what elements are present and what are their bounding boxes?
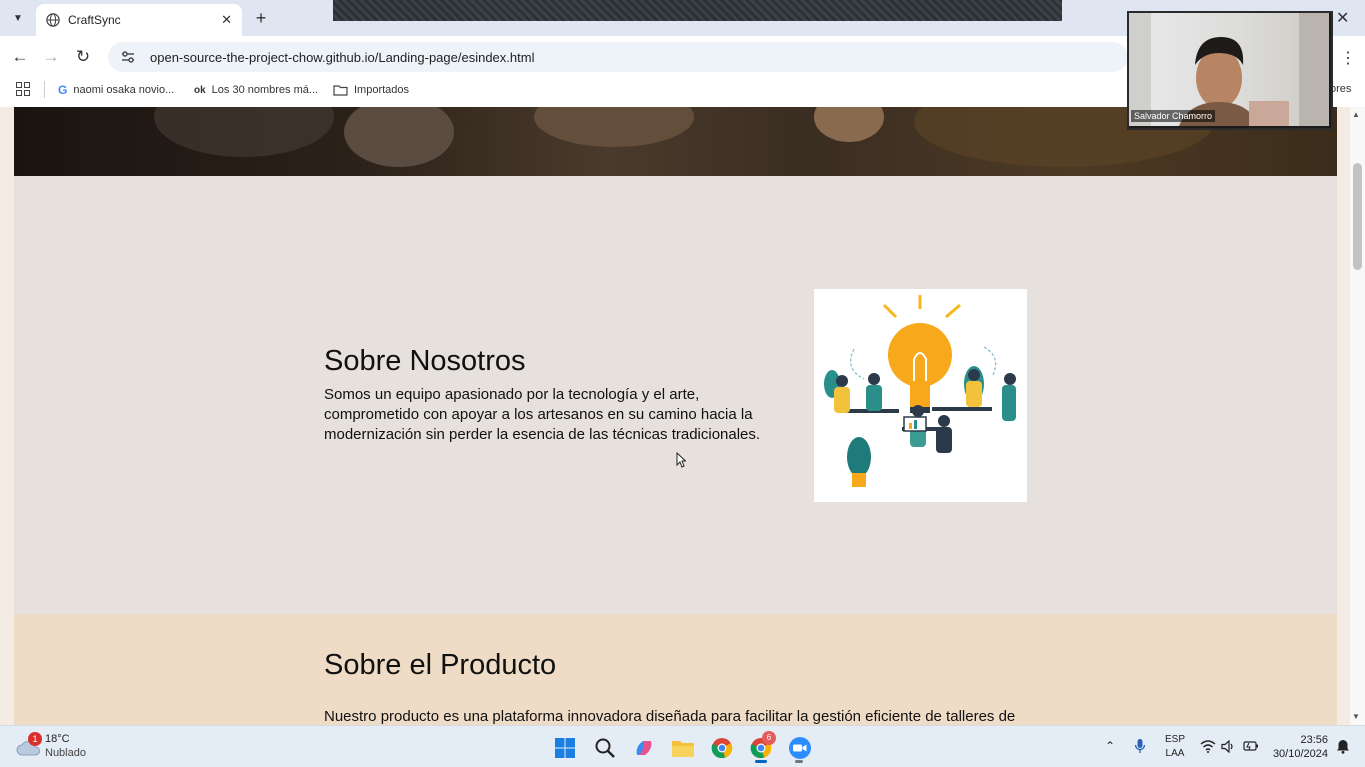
- browser-menu-icon[interactable]: ⋮: [1340, 48, 1356, 68]
- window-close-icon[interactable]: ✕: [1336, 8, 1349, 28]
- url-text: open-source-the-project-chow.github.io/L…: [150, 49, 535, 65]
- team-lightbulb-illustration: [814, 289, 1027, 502]
- scroll-up-icon[interactable]: ▲: [1352, 110, 1360, 119]
- apps-grid-icon[interactable]: [16, 82, 30, 96]
- ok-icon: ok: [194, 84, 206, 96]
- page-viewport: Sobre Nosotros Somos un equipo apasionad…: [0, 107, 1350, 725]
- chrome-icon: [711, 738, 733, 759]
- zoom-button[interactable]: [787, 735, 813, 761]
- scroll-down-icon[interactable]: ▼: [1352, 712, 1360, 721]
- keyboard-layout: LAA: [1165, 748, 1185, 759]
- microphone-icon[interactable]: [1134, 738, 1146, 754]
- bookmark-item-naomi[interactable]: G naomi osaka novio...: [58, 83, 174, 97]
- globe-icon: [46, 13, 60, 27]
- bookmarks-divider: [44, 81, 45, 98]
- about-text: Somos un equipo apasionado por la tecnol…: [324, 386, 761, 443]
- product-text: Nuestro producto es una plataforma innov…: [324, 708, 1016, 725]
- mouse-cursor-icon: [676, 452, 686, 468]
- tab-title: CraftSync: [68, 13, 121, 27]
- file-explorer-button[interactable]: [670, 735, 696, 761]
- bookmark-label: Importados: [354, 84, 410, 96]
- reload-button[interactable]: ↻: [72, 46, 94, 68]
- zoom-icon: [789, 737, 811, 759]
- chrome-badge: 6: [762, 731, 776, 745]
- scrollbar-thumb[interactable]: [1353, 163, 1362, 270]
- tab-close-icon[interactable]: ✕: [221, 12, 232, 28]
- site-settings-icon[interactable]: [120, 49, 136, 65]
- active-app-indicator: [755, 760, 767, 763]
- tab-craftsync[interactable]: CraftSync ✕: [36, 4, 242, 36]
- bookmark-label: naomi osaka novio...: [73, 84, 175, 96]
- taskbar-search-button[interactable]: [592, 735, 618, 761]
- bookmark-label: Los 30 nombres má...: [211, 84, 319, 96]
- clock-date: 30/10/2024: [1272, 748, 1328, 760]
- folder-icon: [333, 85, 348, 96]
- address-bar[interactable]: open-source-the-project-chow.github.io/L…: [108, 42, 1128, 72]
- copilot-icon: [636, 741, 652, 755]
- clock-time: 23:56: [1300, 734, 1328, 746]
- language-code: ESP: [1165, 734, 1186, 745]
- battery-icon[interactable]: [1243, 740, 1259, 752]
- all-bookmarks-label[interactable]: ores: [1330, 83, 1351, 95]
- chrome-button[interactable]: [709, 735, 735, 761]
- weather-condition: Nublado: [45, 747, 86, 759]
- back-button[interactable]: ←: [9, 46, 31, 68]
- input-language-indicator[interactable]: ESP LAA: [1165, 733, 1185, 761]
- tab-search-dropdown-icon[interactable]: ▼: [8, 8, 28, 28]
- search-icon: [595, 738, 615, 758]
- google-icon: G: [58, 83, 68, 97]
- windows-icon: [555, 738, 575, 758]
- bookmark-item-nombres[interactable]: ok Los 30 nombres má...: [194, 83, 318, 97]
- notification-bell-icon[interactable]: [1336, 739, 1350, 754]
- weather-badge: 1: [28, 732, 42, 746]
- open-app-indicator: [795, 760, 803, 763]
- folder-icon: [672, 741, 694, 757]
- screen-share-bar: [333, 0, 1062, 21]
- about-title: Sobre Nosotros: [324, 345, 526, 377]
- forward-button[interactable]: →: [40, 46, 62, 68]
- participant-name: Salvador Chamorro: [1131, 110, 1216, 122]
- system-clock[interactable]: 23:56 30/10/2024: [1272, 733, 1328, 761]
- show-hidden-icons-chevron-icon[interactable]: ⌃: [1105, 739, 1115, 753]
- wifi-icon[interactable]: [1200, 740, 1216, 753]
- weather-temperature: 18°C: [45, 733, 70, 745]
- product-title: Sobre el Producto: [324, 649, 557, 681]
- bookmark-folder-importados[interactable]: Importados: [333, 83, 409, 97]
- copilot-button[interactable]: [631, 735, 657, 761]
- volume-icon[interactable]: [1221, 740, 1235, 753]
- start-button[interactable]: [552, 735, 578, 761]
- chrome-active-button[interactable]: 6: [748, 731, 776, 761]
- weather-widget[interactable]: 1 18°C Nublado: [16, 732, 116, 762]
- video-call-thumbnail[interactable]: Salvador Chamorro: [1127, 11, 1333, 130]
- new-tab-button[interactable]: +: [250, 7, 272, 29]
